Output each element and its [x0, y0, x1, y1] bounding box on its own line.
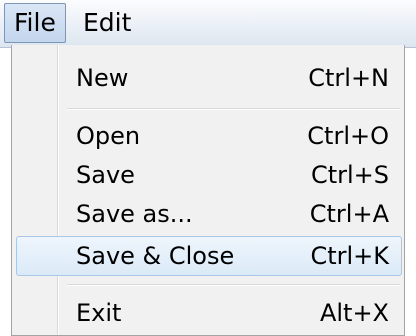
menu-item-label: New: [76, 64, 129, 92]
menu-edit[interactable]: Edit: [73, 3, 141, 43]
menu-bar: File Edit: [0, 0, 416, 48]
menu-item-save-as[interactable]: Save as... Ctrl+A: [16, 194, 402, 234]
menu-separator: [67, 284, 400, 286]
menu-item-label: Exit: [76, 299, 122, 327]
menu-item-label: Open: [76, 122, 141, 150]
menu-file[interactable]: File: [4, 3, 66, 43]
menu-item-shortcut: Alt+X: [319, 299, 389, 327]
menu-item-open[interactable]: Open Ctrl+O: [16, 116, 402, 156]
menu-item-label: Save as...: [76, 200, 193, 228]
menu-item-new[interactable]: New Ctrl+N: [16, 58, 402, 98]
menu-separator: [67, 108, 400, 110]
menu-item-label: Save: [76, 161, 135, 189]
menu-item-shortcut: Ctrl+K: [310, 242, 389, 270]
menu-item-label: Save & Close: [76, 242, 235, 270]
menu-item-save[interactable]: Save Ctrl+S: [16, 155, 402, 195]
menu-item-exit[interactable]: Exit Alt+X: [16, 293, 402, 333]
file-menu-dropdown: New Ctrl+N Open Ctrl+O Save Ctrl+S Save …: [11, 45, 405, 336]
menu-item-shortcut: Ctrl+N: [308, 64, 389, 92]
menu-item-save-and-close[interactable]: Save & Close Ctrl+K: [16, 236, 402, 276]
menu-item-shortcut: Ctrl+O: [307, 122, 389, 150]
menu-item-shortcut: Ctrl+S: [310, 161, 389, 189]
menu-item-shortcut: Ctrl+A: [309, 200, 389, 228]
